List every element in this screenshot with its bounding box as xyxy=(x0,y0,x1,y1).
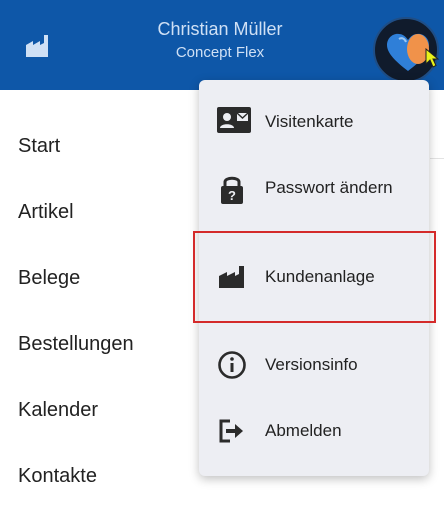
factory-icon xyxy=(217,264,247,294)
sidebar-nav: Start Artikel Belege Bestellungen Kalend… xyxy=(0,90,200,525)
app-header: Christian Müller Concept Flex xyxy=(0,0,444,90)
lock-icon: ? xyxy=(217,173,247,204)
menu-item-visitenkarte[interactable]: Visitenkarte xyxy=(199,92,429,152)
menu-item-passwort-aendern[interactable]: ? Passwort ändern xyxy=(199,158,429,218)
logout-icon xyxy=(217,418,247,448)
menu-item-kundenanlage[interactable]: Kundenanlage xyxy=(199,247,429,307)
sidebar-item-artikel[interactable]: Artikel xyxy=(18,200,74,224)
company-name: Concept Flex xyxy=(175,44,265,61)
menu-label-kundenanlage: Kundenanlage xyxy=(265,267,375,286)
menu-divider xyxy=(199,321,429,322)
sidebar-item-kalender[interactable]: Kalender xyxy=(18,398,98,422)
sidebar-item-kontakte[interactable]: Kontakte xyxy=(18,464,97,488)
menu-label-versionsinfo: Versionsinfo xyxy=(265,355,358,374)
svg-text:?: ? xyxy=(228,188,236,203)
user-name: Christian Müller xyxy=(157,19,283,39)
menu-item-versionsinfo[interactable]: Versionsinfo xyxy=(199,335,429,395)
factory-icon[interactable] xyxy=(24,31,52,59)
menu-label-passwort-aendern: Passwort ändern xyxy=(265,178,393,197)
sidebar-item-belege[interactable]: Belege xyxy=(18,266,80,290)
user-info: Christian Müller Concept Flex xyxy=(120,18,320,64)
sidebar-item-bestellungen[interactable]: Bestellungen xyxy=(18,332,134,356)
contact-card-icon xyxy=(217,107,251,137)
sidebar-item-start[interactable]: Start xyxy=(18,134,60,158)
menu-label-visitenkarte: Visitenkarte xyxy=(265,112,354,131)
info-icon xyxy=(217,350,247,380)
divider xyxy=(430,158,444,159)
menu-item-abmelden[interactable]: Abmelden xyxy=(199,401,429,461)
content-edge xyxy=(430,90,444,525)
menu-label-abmelden: Abmelden xyxy=(265,421,342,440)
mouse-cursor-icon xyxy=(424,47,442,70)
user-menu: Visitenkarte ? Passwort ändern Kundenanl… xyxy=(199,80,429,476)
